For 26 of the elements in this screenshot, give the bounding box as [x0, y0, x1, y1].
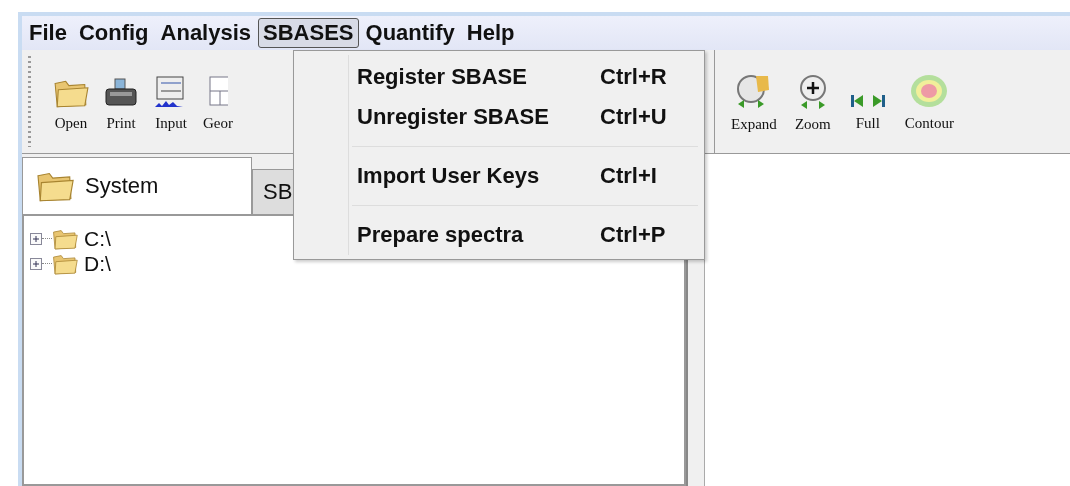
toolbar-button[interactable]: Geor — [203, 72, 233, 132]
toolbar-button[interactable]: Expand — [731, 72, 777, 133]
full-range-icon — [848, 93, 887, 109]
menu-item[interactable]: Analysis — [155, 18, 257, 48]
menu-item[interactable]: Config — [73, 18, 154, 48]
menu-entry[interactable]: Unregister SBASE Ctrl+U — [294, 97, 704, 137]
toolbar-button[interactable]: Input — [153, 72, 189, 132]
menu-item[interactable]: SBASES — [258, 18, 359, 48]
tree-item[interactable]: D:\ — [84, 251, 111, 276]
menu-entry[interactable]: Register SBASE Ctrl+R — [294, 57, 704, 97]
toolbar-button[interactable]: Open — [53, 72, 89, 132]
menu-item[interactable]: File — [24, 18, 72, 48]
toolbar-button[interactable]: Zoom — [794, 72, 831, 133]
menu-item[interactable]: Quantify — [360, 18, 460, 48]
tree-item[interactable]: C:\ — [84, 226, 111, 251]
expand-icon[interactable] — [30, 257, 42, 270]
menu-entry[interactable]: Prepare spectra Ctrl+P — [294, 215, 704, 255]
menu-item[interactable]: Help — [461, 18, 520, 48]
toolbar-button[interactable]: Print — [103, 72, 139, 132]
toolbar-button[interactable]: Contour — [904, 72, 954, 132]
printer-icon — [103, 77, 139, 109]
tab[interactable]: System — [22, 157, 252, 214]
toolbar-button[interactable]: Full — [848, 72, 887, 132]
contour-icon — [909, 73, 950, 109]
expand-icon[interactable] — [30, 232, 42, 245]
window-layout-icon — [208, 75, 228, 109]
